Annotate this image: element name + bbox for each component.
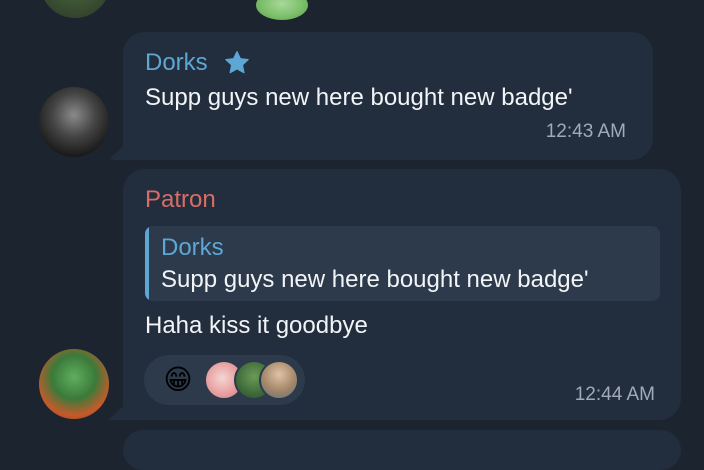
message-timestamp: 12:44 AM (574, 384, 655, 405)
reaction-chip[interactable]: 😁 (144, 355, 305, 405)
avatar-patron[interactable] (39, 349, 109, 419)
message-timestamp: 12:43 AM (545, 121, 626, 142)
next-message-bubble[interactable] (123, 430, 681, 470)
star-icon[interactable] (223, 49, 251, 77)
sender-name[interactable]: Dorks (145, 49, 208, 77)
quote-sender: Dorks (161, 234, 224, 261)
reply-quote[interactable]: Dorks Supp guys new here bought new badg… (145, 226, 660, 301)
previous-sender-avatar[interactable] (40, 0, 110, 18)
message-text: Haha kiss it goodbye (145, 312, 368, 339)
quote-accent-bar (145, 226, 149, 301)
previous-sticker[interactable] (256, 0, 308, 20)
avatar-dorks[interactable] (39, 87, 109, 157)
grinning-emoji-icon: 😁 (163, 364, 193, 395)
message-text: Supp guys new here bought new badge' (145, 84, 573, 111)
reactor-avatar (259, 360, 299, 400)
sender-name[interactable]: Patron (145, 186, 216, 214)
quote-text: Supp guys new here bought new badge' (161, 266, 589, 293)
